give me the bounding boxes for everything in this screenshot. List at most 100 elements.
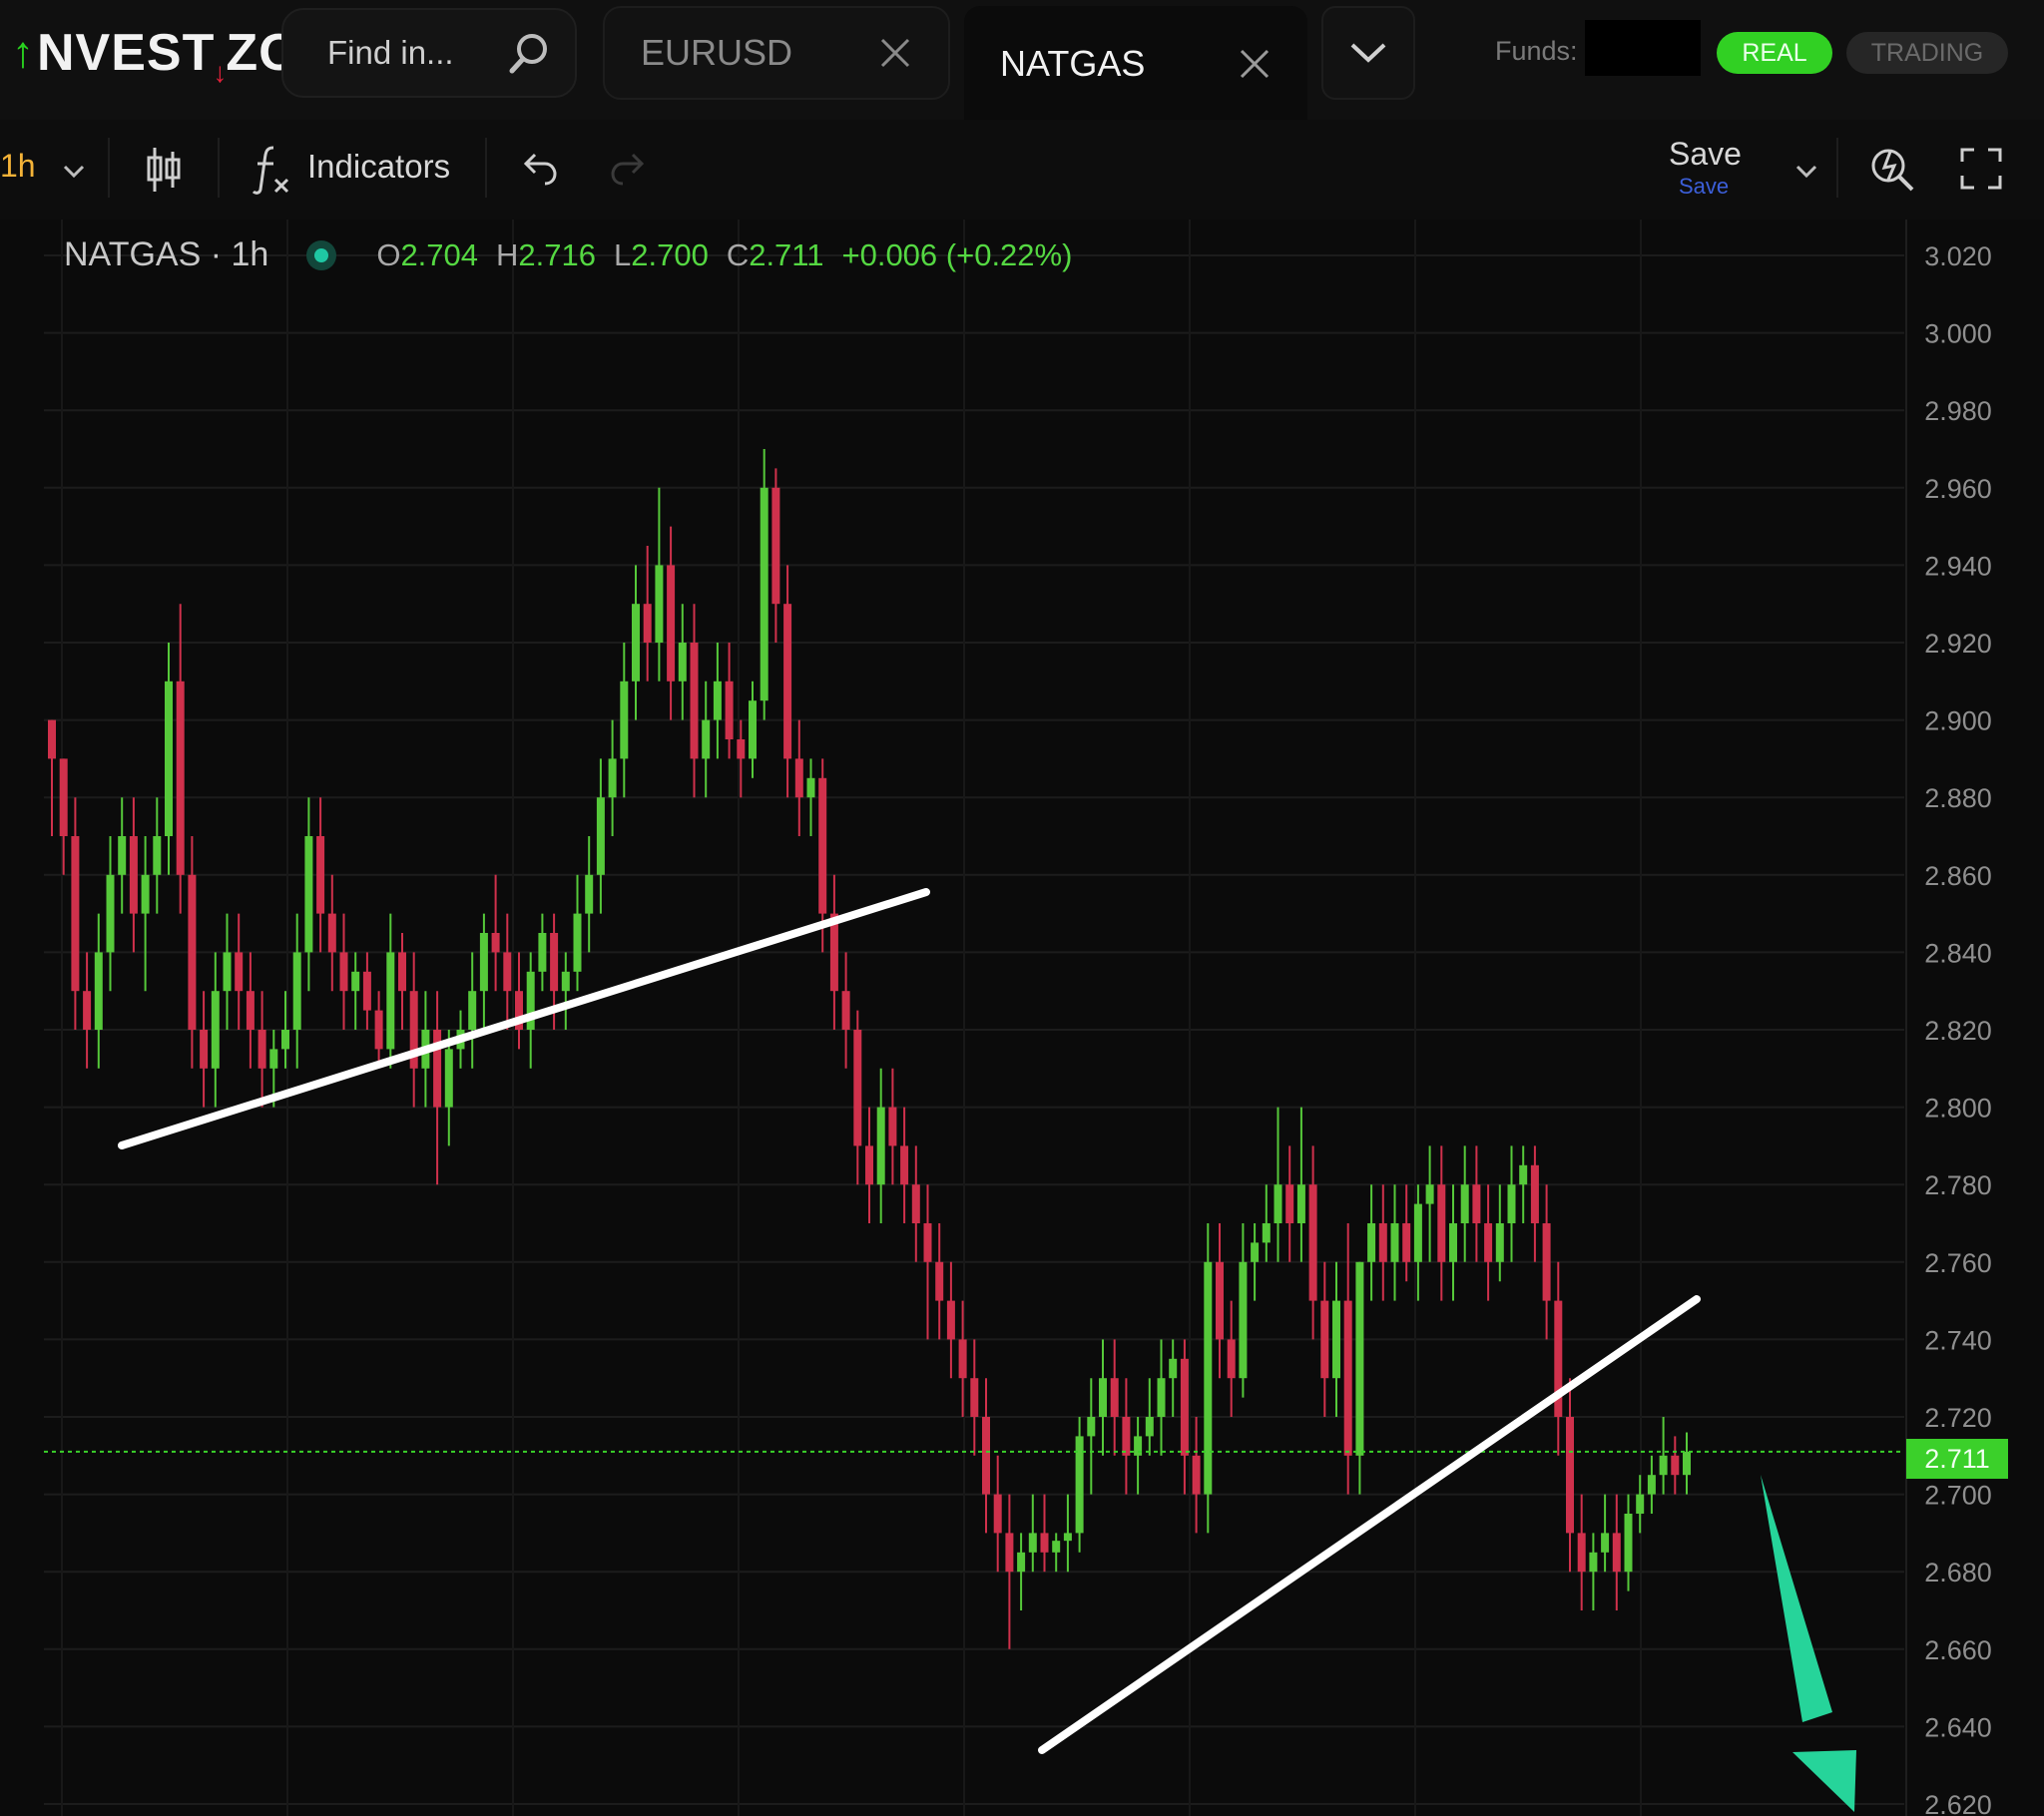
candle bbox=[1204, 1223, 1213, 1534]
candle bbox=[888, 1068, 897, 1185]
candle bbox=[1472, 1145, 1481, 1262]
candle-body bbox=[1227, 1339, 1236, 1379]
candle bbox=[1063, 1494, 1072, 1573]
candle bbox=[409, 952, 418, 1108]
trendline-lower[interactable] bbox=[1038, 1295, 1701, 1754]
fullscreen-icon[interactable] bbox=[1960, 148, 2002, 190]
redo-icon[interactable] bbox=[609, 152, 647, 186]
tab-natgas[interactable]: NATGAS bbox=[964, 6, 1307, 122]
candle bbox=[970, 1339, 979, 1456]
chevron-down-icon[interactable] bbox=[62, 164, 86, 180]
brand-logo[interactable]: ↑ NVEST ↓ ZO bbox=[12, 18, 300, 88]
candle-body bbox=[1413, 1203, 1422, 1262]
legend-close: C2.711 bbox=[726, 236, 824, 272]
candle-body bbox=[1262, 1223, 1271, 1243]
candle-body bbox=[59, 758, 68, 836]
chevron-down-icon bbox=[1350, 43, 1386, 63]
candle-body bbox=[48, 719, 56, 759]
tab-eurusd[interactable]: EURUSD bbox=[603, 6, 950, 100]
candle bbox=[1671, 1436, 1680, 1495]
candle-body bbox=[1460, 1184, 1469, 1223]
candle-body bbox=[841, 991, 850, 1030]
search-icon[interactable] bbox=[507, 31, 551, 75]
price-tick-label: 2.800 bbox=[1924, 1094, 1992, 1124]
candle-body bbox=[503, 952, 512, 992]
search-box[interactable]: Find in... bbox=[281, 8, 577, 98]
candle bbox=[48, 719, 56, 836]
price-tick-label: 3.000 bbox=[1924, 319, 1992, 349]
funds-value-redacted bbox=[1585, 20, 1701, 76]
price-tick-label: 3.020 bbox=[1924, 241, 1992, 271]
candle-body bbox=[1589, 1552, 1598, 1573]
candle-body bbox=[678, 643, 687, 681]
candle-body bbox=[1040, 1533, 1049, 1553]
funds-label: Funds: bbox=[1495, 36, 1578, 66]
candle bbox=[725, 643, 734, 759]
down-arrow-drawing[interactable] bbox=[1761, 1475, 1856, 1812]
candle bbox=[1157, 1339, 1166, 1456]
candle-body bbox=[585, 874, 594, 914]
legend-symbol[interactable]: NATGAS · 1h bbox=[64, 235, 268, 274]
candle bbox=[1390, 1184, 1399, 1301]
candle bbox=[1087, 1378, 1096, 1495]
candle bbox=[923, 1184, 932, 1340]
candle-body bbox=[876, 1107, 885, 1185]
candle bbox=[632, 565, 640, 720]
candle bbox=[118, 797, 127, 914]
mode-trading-button[interactable]: TRADING bbox=[1846, 32, 2008, 74]
candle-body bbox=[398, 952, 406, 992]
last-price-label: 2.711 bbox=[1906, 1439, 2008, 1479]
price-tick-label: 2.760 bbox=[1924, 1248, 1992, 1278]
candle-body bbox=[1566, 1417, 1574, 1534]
mode-real-button[interactable]: REAL bbox=[1717, 32, 1832, 74]
price-axis[interactable]: 3.020 3.000 2.980 2.960 2.940 2.920 2.900 2.880… bbox=[1924, 241, 1992, 1816]
candle-body bbox=[1671, 1455, 1680, 1476]
interval-selector[interactable]: 1h bbox=[0, 148, 36, 185]
candle bbox=[1320, 1261, 1329, 1417]
more-tabs-button[interactable] bbox=[1321, 6, 1415, 100]
candle-body bbox=[444, 1049, 453, 1108]
candle bbox=[771, 468, 780, 643]
candle bbox=[223, 913, 232, 1030]
price-chart[interactable]: 3.020 3.000 2.980 2.960 2.940 2.920 2.900 2.880… bbox=[0, 220, 2044, 1816]
close-icon[interactable] bbox=[878, 36, 912, 70]
undo-icon[interactable] bbox=[521, 152, 559, 186]
candle bbox=[865, 1107, 873, 1223]
candle bbox=[200, 991, 209, 1108]
candle bbox=[1110, 1339, 1119, 1456]
candlestick-type-icon[interactable] bbox=[144, 146, 184, 194]
candle bbox=[1495, 1184, 1504, 1282]
candle bbox=[935, 1223, 944, 1340]
candle bbox=[1601, 1494, 1610, 1573]
candle-body bbox=[1122, 1417, 1131, 1456]
candle bbox=[1378, 1184, 1387, 1301]
candle-body bbox=[339, 952, 348, 992]
candle-body bbox=[713, 681, 722, 720]
save-button[interactable]: Save bbox=[1669, 136, 1742, 173]
candle bbox=[958, 1300, 967, 1417]
candle bbox=[316, 797, 325, 953]
chart-toolbar: 1h Indicators Save Save bbox=[0, 120, 2044, 220]
candle bbox=[1122, 1378, 1131, 1495]
candle-body bbox=[632, 604, 640, 681]
candle-body bbox=[316, 836, 325, 914]
search-input[interactable]: Find in... bbox=[327, 34, 507, 72]
price-tick-label: 2.880 bbox=[1924, 783, 1992, 813]
candle bbox=[900, 1107, 909, 1223]
candle bbox=[304, 797, 313, 992]
candle bbox=[713, 643, 722, 759]
quick-search-icon[interactable] bbox=[1868, 142, 1916, 192]
chevron-down-icon[interactable] bbox=[1794, 164, 1818, 180]
candle-body bbox=[737, 739, 746, 759]
price-tick-label: 2.720 bbox=[1924, 1403, 1992, 1433]
candle-body bbox=[702, 719, 711, 759]
chart-legend: NATGAS · 1h O2.704 H2.716 L2.700 C2.711 … bbox=[64, 235, 1072, 274]
candle-body bbox=[223, 952, 232, 992]
candle-body bbox=[690, 643, 699, 759]
close-icon[interactable] bbox=[1238, 47, 1272, 81]
function-icon[interactable] bbox=[252, 142, 291, 198]
indicators-button[interactable]: Indicators bbox=[307, 148, 450, 186]
candle-body bbox=[1192, 1455, 1201, 1495]
candle bbox=[982, 1378, 990, 1534]
candle-body bbox=[749, 700, 757, 759]
